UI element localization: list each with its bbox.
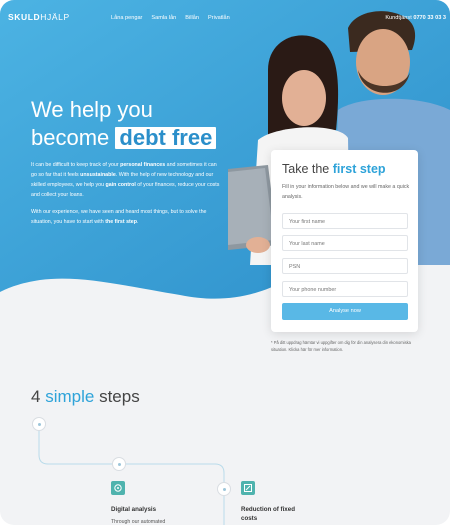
nav-link-consolidate-loans[interactable]: Samla lån <box>151 15 176 21</box>
step-label-digital-analysis: Digital analysis <box>111 506 157 513</box>
landing-page: SKULDHJÄLP Låna pengar Samla lån Billån … <box>0 0 450 525</box>
headline-highlight: debt free <box>115 127 217 149</box>
last-name-input[interactable]: Your last name <box>282 235 408 251</box>
top-nav: SKULDHJÄLP Låna pengar Samla lån Billån … <box>0 0 450 36</box>
hero-paragraph-2: With our experience, we have seen and he… <box>31 209 207 225</box>
form-disclaimer: * På ditt uppdrag hämtar vi uppgifter om… <box>271 340 411 352</box>
nav-links: Låna pengar Samla lån Billån Privatlån <box>111 15 230 21</box>
nav-link-car-loan[interactable]: Billån <box>185 15 199 21</box>
logo[interactable]: SKULDHJÄLP <box>8 12 70 22</box>
digital-analysis-icon <box>111 481 125 495</box>
steps-connector-lines <box>38 424 225 525</box>
first-name-input[interactable]: Your first name <box>282 213 408 229</box>
cost-reduction-icon <box>241 481 255 495</box>
headline-line-2: become debt free <box>31 124 217 152</box>
hero-description: It can be difficult to keep track of you… <box>31 160 221 234</box>
hero-headline: We help you become debt free <box>31 96 217 152</box>
phone-number-input[interactable]: Your phone number <box>282 281 408 297</box>
step-dot-1 <box>32 417 46 431</box>
step-desc-digital-analysis: Through our automated <box>111 519 166 525</box>
form-subtitle: Fill in your information below and we wi… <box>282 184 410 200</box>
nav-link-private-loan[interactable]: Privatlån <box>208 15 230 21</box>
step-dot-2 <box>112 457 126 471</box>
hero-paragraph-1: It can be difficult to keep track of you… <box>31 162 220 198</box>
analysis-form-card: Take the first step Fill in your informa… <box>271 150 418 332</box>
step-label-reduction-of-fixed-costs: Reduction of fixed costs <box>241 506 295 522</box>
steps-title: 4 simple steps <box>31 387 140 406</box>
form-title: Take the first step <box>282 162 386 176</box>
nav-link-borrow-money[interactable]: Låna pengar <box>111 15 142 21</box>
step-dot-3 <box>217 482 231 496</box>
customer-service-contact[interactable]: Kundtjänst 0770 33 03 3 <box>385 15 446 21</box>
analyse-now-button[interactable]: Analyse now <box>282 303 408 320</box>
psn-input[interactable]: PSN <box>282 258 408 274</box>
headline-line-1: We help you <box>31 97 153 122</box>
